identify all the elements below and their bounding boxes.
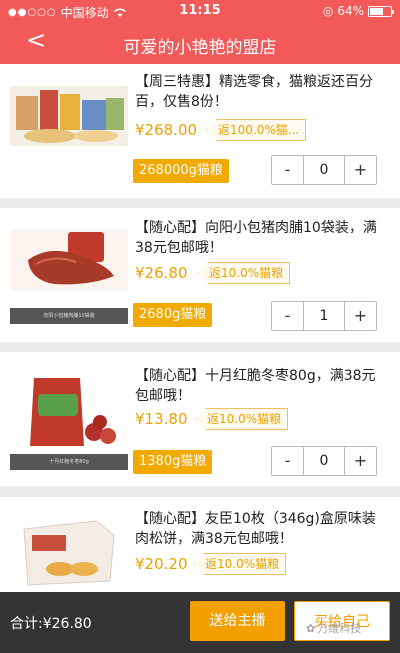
- product-name: 【随心配】向阳小包猪肉脯10袋装，满38元包邮哦！: [135, 220, 377, 256]
- app-header-bar: ●●○○○ 中国移动 11:15 ◎ 64% < 可爱的小艳艳的盟店: [0, 0, 400, 64]
- wechat-icon: ✿: [306, 621, 316, 635]
- quantity-stepper: - 0 +: [271, 155, 377, 185]
- increase-button[interactable]: +: [345, 302, 376, 330]
- send-to-host-button[interactable]: 送给主播: [190, 601, 285, 641]
- status-bar: ●●○○○ 中国移动 11:15 ◎ 64%: [0, 0, 400, 22]
- quantity-value[interactable]: 0: [303, 447, 345, 475]
- rebate-badge: 返10.0%猫粮: [198, 262, 291, 284]
- product-image: [10, 515, 128, 589]
- product-name: 【随心配】十月红脆冬枣80g，满38元包邮哦！: [135, 368, 376, 404]
- quantity-value[interactable]: 1: [303, 302, 345, 330]
- rebate-badge: 返10.0%猫粮: [194, 553, 287, 575]
- product-caption: 向阳小包猪肉脯10袋装: [10, 308, 128, 324]
- product-image: [10, 230, 128, 290]
- watermark: ✿ 万维科技: [306, 620, 361, 636]
- page-title: 可爱的小艳艳的盟店: [123, 38, 277, 58]
- decrease-button[interactable]: -: [272, 156, 303, 184]
- product-price: ¥26.80: [135, 264, 188, 282]
- product-card[interactable]: 向阳小包猪肉脯10袋装 【随心配】向阳小包猪肉脯10袋装，满38元包邮哦！ ¥2…: [0, 208, 400, 342]
- product-price: ¥268.00: [135, 121, 198, 139]
- rebate-badge: 返10.0%猫粮: [196, 408, 289, 430]
- alarm-icon: ◎: [322, 4, 334, 18]
- decrease-button[interactable]: -: [272, 302, 303, 330]
- product-image: [10, 86, 128, 146]
- increase-button[interactable]: +: [345, 156, 376, 184]
- product-name: 【随心配】友臣10枚（346g)盒原味装肉松饼，满38元包邮哦！: [135, 511, 376, 547]
- watermark-text: 万维科技: [317, 622, 362, 635]
- product-price: ¥13.80: [135, 410, 188, 428]
- battery-icon: [368, 5, 394, 17]
- quantity-stepper: - 1 +: [271, 301, 377, 331]
- increase-button[interactable]: +: [345, 447, 376, 475]
- product-caption: 十月红脆冬枣80g: [10, 454, 128, 470]
- product-card[interactable]: 【随心配】友臣10枚（346g)盒原味装肉松饼，满38元包邮哦！ ¥20.20 …: [0, 497, 400, 592]
- decrease-button[interactable]: -: [272, 447, 303, 475]
- rebate-badge: 返100.0%猫...: [207, 119, 307, 141]
- total-price: 合计:¥26.80: [10, 616, 92, 632]
- battery-percent: 64%: [337, 4, 364, 18]
- nav-header: < 可爱的小艳艳的盟店: [0, 22, 400, 64]
- grain-reward-badge: 2680g猫粮: [133, 303, 213, 327]
- quantity-value[interactable]: 0: [303, 156, 345, 184]
- grain-reward-badge: 268000g猫粮: [133, 159, 229, 183]
- quantity-stepper: - 0 +: [271, 446, 377, 476]
- product-card[interactable]: 十月红脆冬枣80g 【随心配】十月红脆冬枣80g，满38元包邮哦！ ¥13.80…: [0, 352, 400, 486]
- grain-reward-badge: 1380g猫粮: [133, 450, 213, 474]
- product-name: 【周三特惠】精选零食，猫粮返还百分百，仅售8份！: [135, 74, 373, 110]
- status-right: ◎ 64%: [322, 4, 394, 18]
- product-card[interactable]: 【周三特惠】精选零食，猫粮返还百分百，仅售8份！ ¥268.00 返100.0%…: [0, 64, 400, 198]
- product-image: [10, 370, 128, 450]
- product-price: ¥20.20: [135, 555, 188, 573]
